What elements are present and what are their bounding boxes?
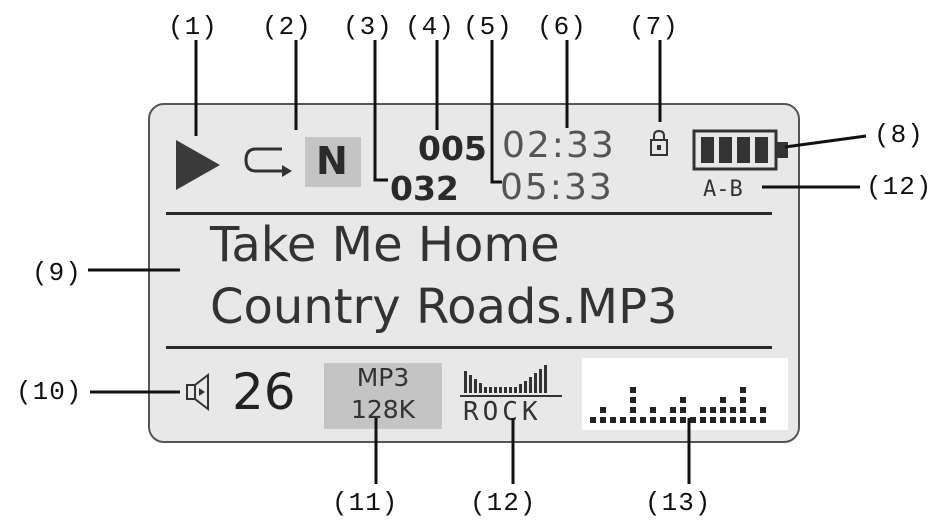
battery-icon	[692, 129, 788, 171]
volume-level: 26	[232, 363, 296, 421]
spectrum-dot	[670, 417, 676, 423]
ab-repeat-indicator: A-B	[703, 177, 743, 202]
bitrate-text: 128K	[350, 395, 416, 424]
spectrum-dot	[630, 417, 636, 423]
callout-4: (4)	[405, 12, 455, 42]
spectrum-dot	[710, 407, 716, 413]
separator-bottom	[166, 346, 772, 349]
callout-12-eq: (12)	[470, 488, 537, 518]
callout-11: (11)	[332, 488, 399, 518]
song-title-line-2: Country Roads.MP3	[210, 279, 678, 335]
spectrum-dot	[690, 417, 696, 423]
spectrum-dot	[720, 417, 726, 423]
repeat-icon	[244, 147, 292, 177]
callout-9: (9)	[32, 258, 82, 288]
callout-8: (8)	[874, 120, 924, 150]
spectrum-dot	[660, 417, 666, 423]
spectrum-dot	[600, 417, 606, 423]
format-text: MP3	[356, 363, 410, 392]
callout-1: (1)	[168, 12, 218, 42]
spectrum-dot	[650, 417, 656, 423]
speaker-icon	[186, 372, 209, 412]
spectrum-dot	[740, 397, 746, 403]
callout-10: (10)	[16, 377, 83, 407]
spectrum-dot	[630, 397, 636, 403]
separator-top	[166, 212, 772, 215]
spectrum-dot	[710, 417, 716, 423]
spectrum-dot	[680, 397, 686, 403]
eq-bars-icon	[460, 365, 562, 397]
spectrum-dot	[700, 417, 706, 423]
spectrum-dot	[740, 387, 746, 393]
callout-7: (7)	[629, 12, 679, 42]
spectrum-dot	[760, 407, 766, 413]
callout-5: (5)	[463, 12, 513, 42]
spectrum-dot	[590, 417, 596, 423]
spectrum-dot	[630, 387, 636, 393]
total-tracks: 032	[390, 169, 459, 208]
spectrum-dot	[750, 417, 756, 423]
elapsed-time: 02:33	[502, 125, 616, 166]
spectrum-dot	[680, 417, 686, 423]
lcd-screen: N 005 032 02:33 05:33 A-B Take Me Home C…	[148, 103, 800, 443]
spectrum-dot	[680, 407, 686, 413]
callout-2: (2)	[262, 12, 312, 42]
song-title-line-1: Take Me Home	[210, 217, 560, 273]
spectrum-dot	[630, 407, 636, 413]
spectrum-dot	[730, 407, 736, 413]
spectrum-dot	[720, 397, 726, 403]
spectrum-analyzer	[590, 387, 766, 423]
spectrum-dot	[760, 417, 766, 423]
total-time: 05:33	[500, 167, 614, 208]
callout-3: (3)	[343, 12, 393, 42]
spectrum-dot	[620, 417, 626, 423]
spectrum-dot	[650, 407, 656, 413]
callout-12-ab: (12)	[866, 172, 933, 202]
spectrum-dot	[610, 417, 616, 423]
track-number: 005	[418, 129, 487, 168]
spectrum-dot	[740, 407, 746, 413]
spectrum-dot	[720, 407, 726, 413]
mode-badge-text: N	[316, 139, 348, 183]
spectrum-dot	[730, 417, 736, 423]
spectrum-dot	[670, 407, 676, 413]
spectrum-dot	[700, 407, 706, 413]
play-icon	[176, 140, 220, 190]
spectrum-dot	[600, 407, 606, 413]
eq-preset: ROCK	[463, 397, 542, 427]
callout-6: (6)	[537, 12, 587, 42]
lock-icon	[650, 129, 668, 156]
spectrum-dot	[640, 417, 646, 423]
spectrum-dot	[740, 417, 746, 423]
callout-13: (13)	[645, 488, 712, 518]
